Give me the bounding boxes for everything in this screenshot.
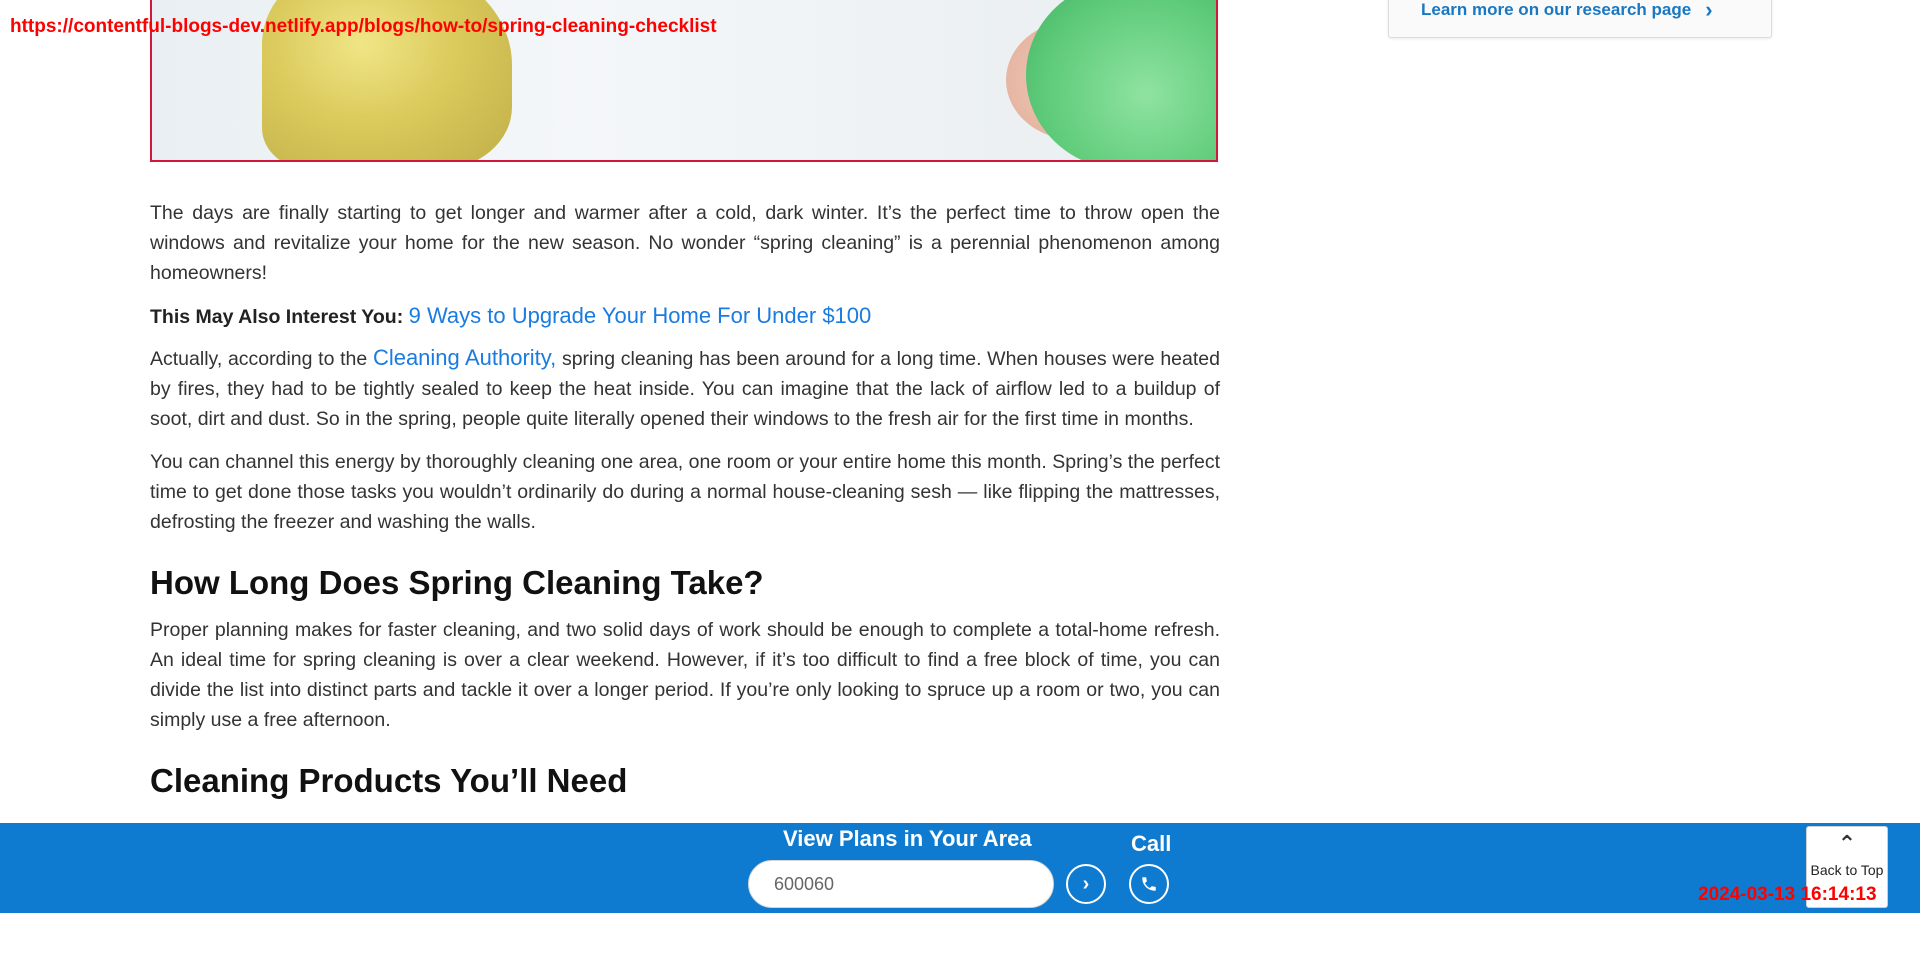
paragraph-history: Actually, according to the Cleaning Auth… xyxy=(150,343,1220,434)
call-label: Call xyxy=(1131,831,1172,856)
chevron-right-icon: › xyxy=(1082,872,1090,895)
paragraph-intro: The days are finally starting to get lon… xyxy=(150,202,1220,284)
url-overlay: https://contentful-blogs-dev.netlify.app… xyxy=(10,16,717,37)
cleaning-authority-link[interactable]: Cleaning Authority, xyxy=(373,345,556,370)
related-label: This May Also Interest You: xyxy=(150,306,404,328)
paragraph-planning: Proper planning makes for faster cleanin… xyxy=(150,619,1220,731)
call-button[interactable] xyxy=(1129,864,1169,904)
green-sponge-shape xyxy=(1026,0,1216,160)
research-card: Learn more on our research page › xyxy=(1388,0,1772,38)
phone-icon xyxy=(1142,877,1156,891)
back-to-top-label: Back to Top xyxy=(1810,862,1884,878)
sticky-bottom-bar: View Plans in Your Area › Call xyxy=(0,823,1920,913)
chevron-up-icon: ⌃ xyxy=(1837,831,1857,856)
research-link[interactable]: Learn more on our research page › xyxy=(1421,0,1713,23)
research-link-label: Learn more on our research page xyxy=(1421,0,1692,19)
chevron-right-icon: › xyxy=(1705,0,1713,22)
history-text-before: Actually, according to the xyxy=(150,348,373,370)
timestamp-overlay: 2024-03-13 16:14:13 xyxy=(1698,884,1877,905)
heading-how-long: How Long Does Spring Cleaning Take? xyxy=(150,564,764,601)
related-article: This May Also Interest You: 9 Ways to Up… xyxy=(150,301,1220,332)
zip-code-input[interactable] xyxy=(748,860,1054,908)
related-article-link[interactable]: 9 Ways to Upgrade Your Home For Under $1… xyxy=(409,303,872,328)
view-plans-title: View Plans in Your Area xyxy=(783,826,1032,851)
paragraph-channel: You can channel this energy by thoroughl… xyxy=(150,451,1220,533)
heading-products: Cleaning Products You’ll Need xyxy=(150,762,628,799)
submit-zip-button[interactable]: › xyxy=(1066,864,1106,904)
page: https://contentful-blogs-dev.netlify.app… xyxy=(0,0,1920,963)
article-body: The days are finally starting to get lon… xyxy=(150,198,1220,813)
